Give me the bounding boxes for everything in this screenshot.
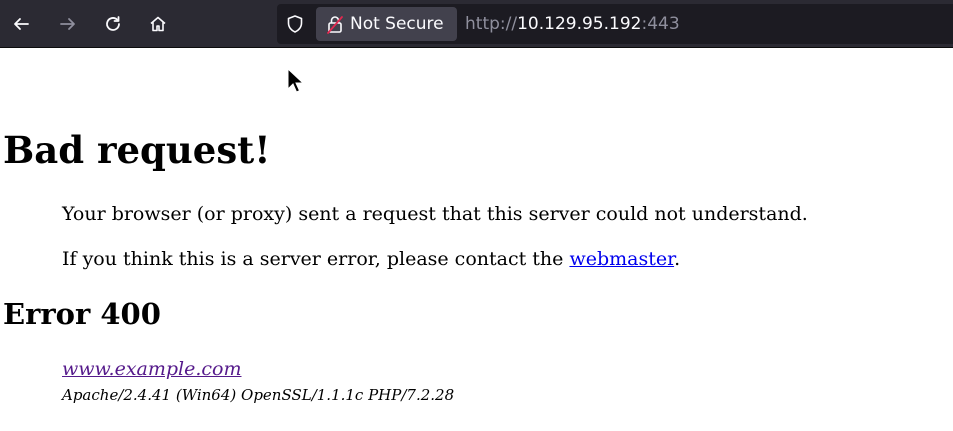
contact-message: If you think this is a server error, ple… <box>62 247 680 271</box>
shield-icon <box>287 15 303 33</box>
back-arrow-icon <box>14 18 29 30</box>
url-scheme: http:// <box>465 14 518 34</box>
contact-suffix: . <box>674 248 681 270</box>
error-message: Your browser (or proxy) sent a request t… <box>62 203 808 225</box>
error-code-heading: Error 400 <box>3 297 161 331</box>
forward-arrow-icon <box>60 18 75 30</box>
tracking-protection-button[interactable] <box>285 14 305 34</box>
home-button[interactable] <box>143 9 173 39</box>
mouse-cursor-icon <box>287 68 303 93</box>
browser-toolbar: Not Secure http://10.129.95.192:443 <box>0 0 953 48</box>
insecure-lock-icon <box>326 14 344 34</box>
server-signature: Apache/2.4.41 (Win64) OpenSSL/1.1.1c PHP… <box>62 386 455 404</box>
security-label: Not Secure <box>350 14 444 34</box>
home-icon <box>150 16 166 32</box>
site-security-button[interactable]: Not Secure <box>316 7 457 41</box>
contact-prefix: If you think this is a server error, ple… <box>62 248 570 270</box>
reload-button[interactable] <box>98 9 128 39</box>
url-text[interactable]: http://10.129.95.192:443 <box>465 14 680 34</box>
back-button[interactable] <box>6 9 36 39</box>
server-address-link[interactable]: www.example.com <box>62 357 242 381</box>
reload-icon <box>106 16 120 31</box>
webmaster-link[interactable]: webmaster <box>569 248 674 270</box>
url-bar[interactable]: Not Secure http://10.129.95.192:443 <box>277 4 953 44</box>
page-title: Bad request! <box>3 128 271 172</box>
url-port: :443 <box>641 14 680 34</box>
url-host: 10.129.95.192 <box>517 14 642 34</box>
forward-button[interactable] <box>53 9 83 39</box>
